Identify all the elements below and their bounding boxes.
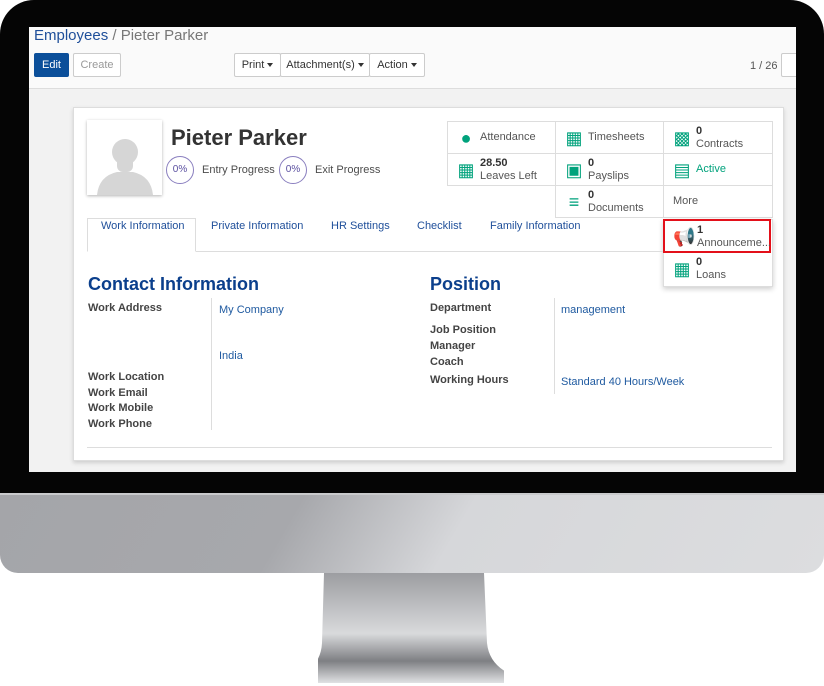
- loans-count: 0: [696, 256, 703, 268]
- calendar-icon: ▦: [457, 160, 475, 180]
- attachments-label: Attachment(s): [286, 59, 355, 71]
- money-icon: ▣: [565, 160, 583, 180]
- working-hours-label: Working Hours: [430, 374, 509, 386]
- documents-button[interactable]: ≡ 0 Documents: [555, 185, 664, 218]
- tab-private-information[interactable]: Private Information: [211, 220, 303, 232]
- position-heading: Position: [430, 274, 501, 294]
- loans-label: Loans: [696, 269, 726, 281]
- attendance-label: Attendance: [480, 131, 536, 143]
- control-panel: Employees / Pieter Parker Edit Create Pr…: [29, 27, 796, 89]
- calendar-icon: ▦: [673, 259, 691, 279]
- leaves-button[interactable]: ▦ 28.50 Leaves Left: [447, 153, 556, 186]
- working-hours-link[interactable]: Standard 40 Hours/Week: [561, 376, 684, 388]
- leaves-count: 28.50: [480, 157, 508, 169]
- create-button[interactable]: Create: [73, 53, 121, 77]
- coach-label: Coach: [430, 356, 464, 368]
- work-mobile-label: Work Mobile: [88, 402, 154, 414]
- work-location-label: Work Location: [88, 371, 165, 383]
- leaves-label: Leaves Left: [480, 170, 537, 182]
- caret-down-icon: [357, 63, 364, 68]
- announcements-count: 1: [697, 224, 704, 236]
- tab-family-information[interactable]: Family Information: [490, 220, 580, 232]
- tab-checklist[interactable]: Checklist: [417, 220, 462, 232]
- tab-hr-settings[interactable]: HR Settings: [331, 220, 390, 232]
- more-button[interactable]: More: [663, 185, 773, 218]
- action-button[interactable]: Action: [369, 53, 425, 77]
- monitor-chin: [0, 493, 824, 573]
- documents-label: Documents: [588, 202, 644, 214]
- exit-progress-label: Exit Progress: [315, 164, 381, 176]
- payslips-button[interactable]: ▣ 0 Payslips: [555, 153, 664, 186]
- contracts-label: Contracts: [696, 138, 744, 150]
- form-sheet: Pieter Parker 0% Entry Progress 0% Exit …: [73, 107, 784, 461]
- entry-progress-label: Entry Progress: [202, 164, 275, 176]
- column-divider: [554, 298, 555, 394]
- book-icon: ▩: [673, 128, 691, 148]
- contact-information-heading: Contact Information: [88, 274, 259, 294]
- caret-down-icon: [267, 63, 274, 68]
- contracts-button[interactable]: ▩ 0 Contracts: [663, 121, 773, 154]
- column-divider: [211, 298, 212, 430]
- payslips-label: Payslips: [588, 170, 629, 182]
- exit-progress-circle[interactable]: 0%: [279, 156, 307, 184]
- more-label: More: [673, 195, 699, 207]
- tab-work-information-label[interactable]: Work Information: [101, 220, 185, 232]
- archive-icon: ▤: [673, 160, 691, 180]
- screen: Employees / Pieter Parker Edit Create Pr…: [29, 27, 796, 472]
- breadcrumb-employees[interactable]: Employees: [34, 27, 108, 44]
- action-label: Action: [377, 59, 408, 71]
- job-position-label: Job Position: [430, 324, 496, 336]
- employee-name: Pieter Parker: [171, 125, 307, 150]
- timesheets-label: Timesheets: [588, 131, 645, 143]
- work-email-label: Work Email: [88, 387, 148, 399]
- print-button[interactable]: Print: [234, 53, 281, 77]
- work-address-country: India: [219, 350, 243, 362]
- monitor-stand: [318, 573, 504, 683]
- attachments-button[interactable]: Attachment(s): [280, 53, 370, 77]
- work-address-label: Work Address: [88, 302, 162, 314]
- calendar-icon: ▦: [565, 128, 583, 148]
- breadcrumb-current: Pieter Parker: [120, 27, 209, 44]
- announcements-button[interactable]: 📢 1 Announceme...: [663, 219, 771, 253]
- payslips-count: 0: [588, 157, 595, 169]
- list-ol-icon: ≡: [568, 192, 580, 212]
- attendance-button[interactable]: ● Attendance: [447, 121, 556, 154]
- print-label: Print: [241, 59, 265, 71]
- announcements-label: Announceme...: [697, 237, 771, 249]
- user-icon: ●: [460, 128, 472, 148]
- bullhorn-icon: 📢: [673, 227, 696, 247]
- edit-button[interactable]: Edit: [34, 53, 69, 77]
- work-phone-label: Work Phone: [88, 418, 152, 430]
- contracts-count: 0: [696, 125, 703, 137]
- active-toggle-button[interactable]: ▤ Active: [663, 153, 773, 186]
- timesheets-button[interactable]: ▦ Timesheets: [555, 121, 664, 154]
- manager-label: Manager: [430, 340, 476, 352]
- documents-count: 0: [588, 189, 595, 201]
- section-divider: [87, 447, 772, 448]
- work-address-link[interactable]: My Company: [219, 304, 284, 316]
- entry-progress-circle[interactable]: 0%: [166, 156, 194, 184]
- pager-previous-button[interactable]: [781, 53, 796, 77]
- pager: 1 / 26: [750, 60, 778, 72]
- employee-avatar[interactable]: [87, 120, 162, 195]
- breadcrumb-separator: /: [112, 27, 117, 44]
- person-silhouette-icon: [97, 139, 153, 195]
- active-label: Active: [696, 163, 726, 175]
- department-link[interactable]: management: [561, 304, 625, 316]
- loans-button[interactable]: ▦ 0 Loans: [664, 253, 772, 286]
- department-label: Department: [430, 302, 492, 314]
- breadcrumb: Employees / Pieter Parker: [34, 27, 208, 44]
- caret-down-icon: [410, 63, 417, 68]
